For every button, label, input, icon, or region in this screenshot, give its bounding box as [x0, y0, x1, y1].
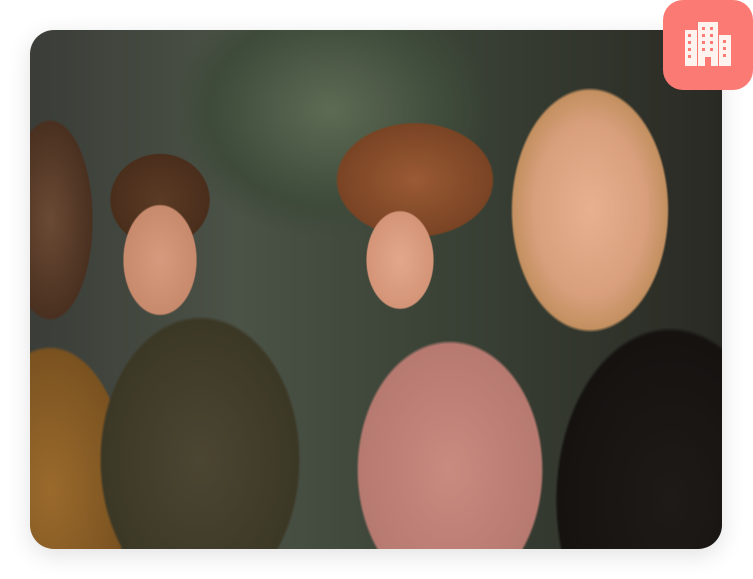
photo-card [30, 30, 722, 549]
building-badge [663, 0, 753, 90]
building-icon [685, 22, 731, 66]
